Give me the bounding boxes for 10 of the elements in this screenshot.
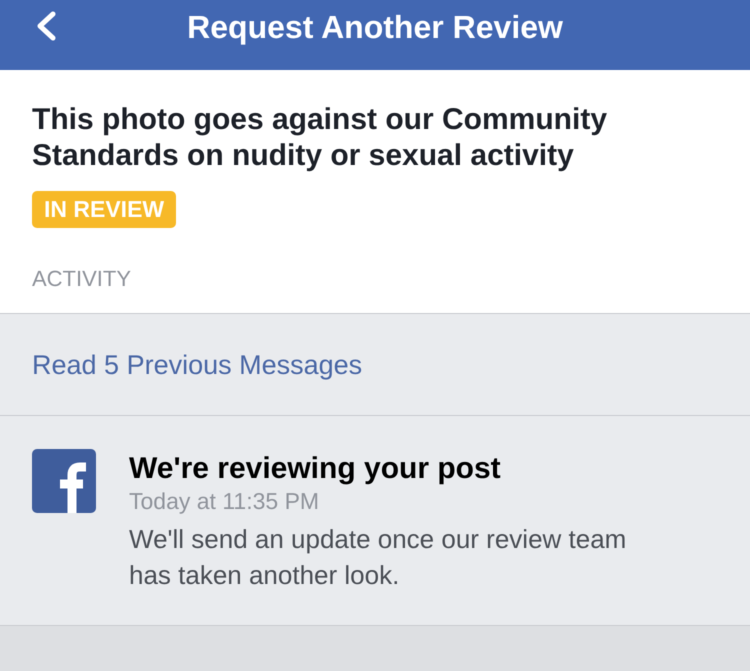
section-label: ACTIVITY xyxy=(32,266,132,292)
page-title: Request Another Review xyxy=(187,8,563,46)
logo-icon xyxy=(32,449,96,513)
message-time: Today at 11:35 PM xyxy=(129,487,320,515)
message-text: We'll send an update once our review team has taken another look. xyxy=(129,523,628,592)
notice-title: This photo goes against our Community Standards on nudity or sexual activity xyxy=(32,102,608,174)
back-icon xyxy=(35,11,57,41)
previous-messages-link[interactable]: Read 5 Previous Messages xyxy=(32,349,362,381)
message-title: We're reviewing your post xyxy=(129,451,502,487)
status-badge: IN REVIEW xyxy=(32,191,176,228)
